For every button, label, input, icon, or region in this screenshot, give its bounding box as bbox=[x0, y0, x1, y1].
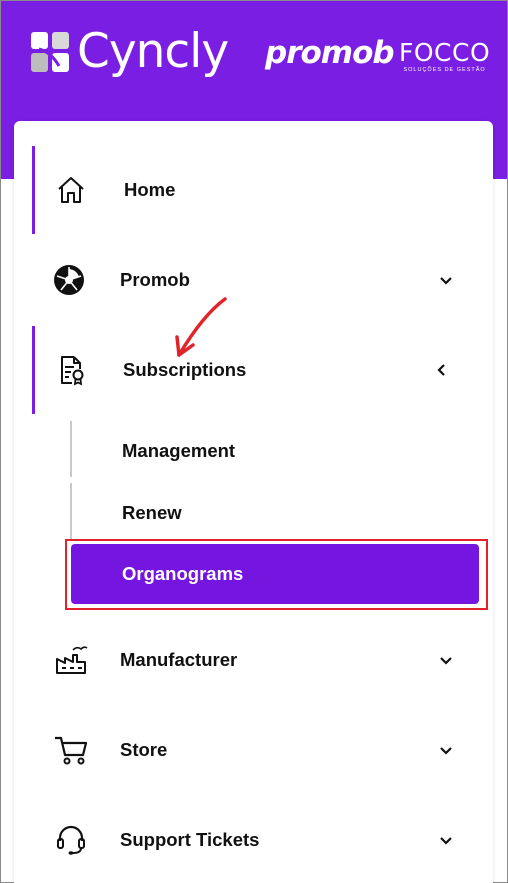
promob-icon bbox=[54, 265, 84, 295]
chevron-left-icon[interactable] bbox=[434, 362, 450, 378]
sidebar-item-manufacturer[interactable]: Manufacturer bbox=[14, 616, 493, 704]
sidebar-item-subscriptions[interactable]: Subscriptions bbox=[14, 326, 493, 414]
submenu-item-management[interactable]: Management bbox=[122, 440, 235, 462]
focco-tagline: SOLUÇÕES DE GESTÃO bbox=[403, 67, 486, 73]
annotation-arrow-icon bbox=[175, 297, 227, 357]
sidebar-item-label: Store bbox=[120, 739, 168, 760]
subscription-certificate-icon bbox=[61, 356, 84, 386]
cart-icon bbox=[55, 736, 88, 765]
chevron-down-icon[interactable] bbox=[438, 742, 454, 758]
cyncly-logo-mark-icon bbox=[31, 32, 69, 72]
sidebar-item-promob[interactable]: Promob bbox=[14, 236, 493, 324]
active-indicator bbox=[32, 146, 35, 234]
chevron-down-icon[interactable] bbox=[438, 832, 454, 848]
focco-logo[interactable]: FOCCO SOLUÇÕES DE GESTÃO bbox=[399, 38, 491, 74]
cyncly-logo[interactable]: Cyncly bbox=[29, 24, 229, 79]
sidebar-item-label: Manufacturer bbox=[120, 649, 238, 670]
headset-icon bbox=[57, 825, 85, 855]
active-indicator bbox=[32, 326, 35, 414]
sidebar-item-label: Promob bbox=[120, 269, 190, 290]
annotation-highlight-box bbox=[65, 539, 488, 610]
sidebar-item-home[interactable]: Home bbox=[14, 146, 493, 234]
home-icon bbox=[58, 177, 84, 203]
submenu-item-renew[interactable]: Renew bbox=[122, 502, 182, 524]
sidebar-item-store[interactable]: Store bbox=[14, 706, 493, 794]
factory-icon bbox=[56, 646, 88, 674]
sidebar-menu: Home Promob Subscriptions Management Ren bbox=[14, 121, 493, 883]
sidebar-item-label: Home bbox=[124, 179, 176, 200]
submenu-line bbox=[70, 421, 72, 477]
promob-logo[interactable]: promob bbox=[265, 35, 395, 71]
sidebar-item-support-tickets[interactable]: Support Tickets bbox=[14, 796, 493, 883]
cyncly-wordmark: Cyncly bbox=[77, 24, 229, 79]
sidebar-item-label: Support Tickets bbox=[120, 829, 260, 850]
focco-wordmark: FOCCO bbox=[399, 38, 491, 67]
submenu-line bbox=[70, 483, 72, 539]
chevron-down-icon[interactable] bbox=[438, 272, 454, 288]
chevron-down-icon[interactable] bbox=[438, 652, 454, 668]
